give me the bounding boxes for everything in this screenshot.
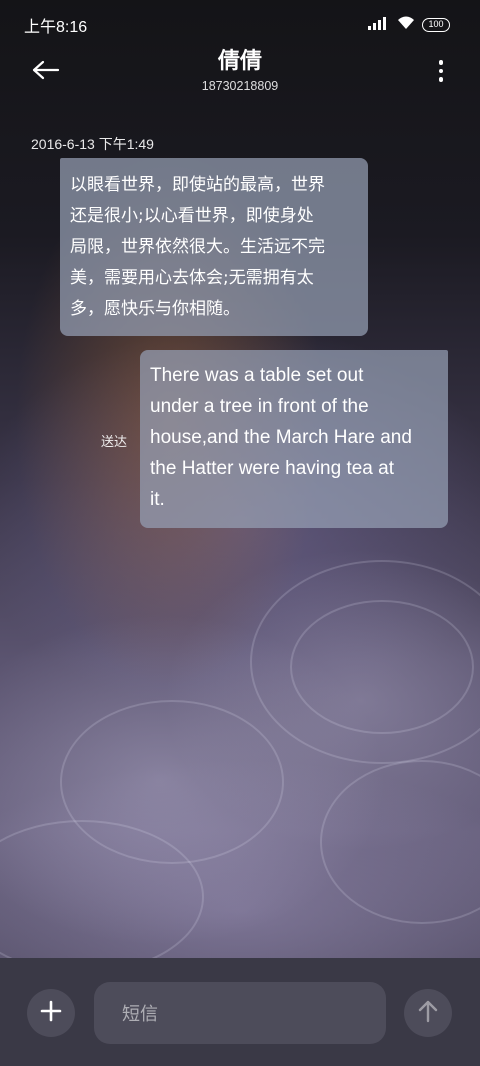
add-attachment-button[interactable] [27,989,75,1037]
message-timestamp: 2016-6-13 下午1:49 [31,136,154,152]
wallpaper-swirl [60,700,284,864]
sent-message-bubble[interactable]: There was a table set out under a tree i… [140,350,448,528]
status-icons: 100 [368,15,450,34]
back-arrow-icon [32,60,60,84]
more-vertical-icon-dot [438,60,444,65]
wallpaper-swirl [290,600,474,734]
more-options-button[interactable] [430,56,452,86]
back-button[interactable] [22,54,70,90]
arrow-up-icon [417,999,439,1027]
message-line: 美，需要用心去体会;无需拥有太 [70,268,314,288]
message-line: 还是很小;以心看世界，即使身处 [70,206,314,226]
message-line: 局限，世界依然很大。生活远不完 [70,237,325,257]
conversation-header: 倩倩 18730218809 [0,44,480,104]
more-vertical-icon-dot [438,77,444,82]
delivery-status: 送达 [101,435,128,450]
battery-icon: 100 [422,17,450,32]
wallpaper-swirl [250,560,480,764]
message-line: 以眼看世界，即使站的最高，世界 [70,175,325,195]
wallpaper-swirl [0,820,204,974]
message-line: 多，愿快乐与你相随。 [70,299,240,319]
more-vertical-icon-dot [438,68,444,74]
wallpaper-swirl [320,760,480,924]
composer-bar: 短信 [0,958,480,1066]
plus-icon [40,1000,62,1026]
received-message-bubble[interactable]: 以眼看世界，即使站的最高，世界 还是很小;以心看世界，即使身处 局限，世界依然很… [60,158,368,336]
status-time: 上午8:16 [24,19,88,36]
message-line: it. [150,489,165,510]
sms-conversation-screen: 上午8:16 100 倩倩 18730218809 2016-6-13 下午1:… [0,0,480,1066]
contact-name: 倩倩 [217,49,262,74]
wifi-icon [396,15,416,34]
message-line: There was a table set out [150,365,364,386]
sms-input[interactable]: 短信 [94,982,386,1044]
message-line: house,and the March Hare and [150,427,412,448]
contact-title: 倩倩 18730218809 [140,46,340,94]
send-button[interactable] [404,989,452,1037]
signal-icon [368,15,390,34]
status-bar: 上午8:16 100 [0,0,480,44]
message-line: the Hatter were having tea at [150,458,394,479]
message-line: under a tree in front of the [150,396,369,417]
contact-phone-number: 18730218809 [201,79,279,93]
sms-input-placeholder: 短信 [122,1004,158,1025]
